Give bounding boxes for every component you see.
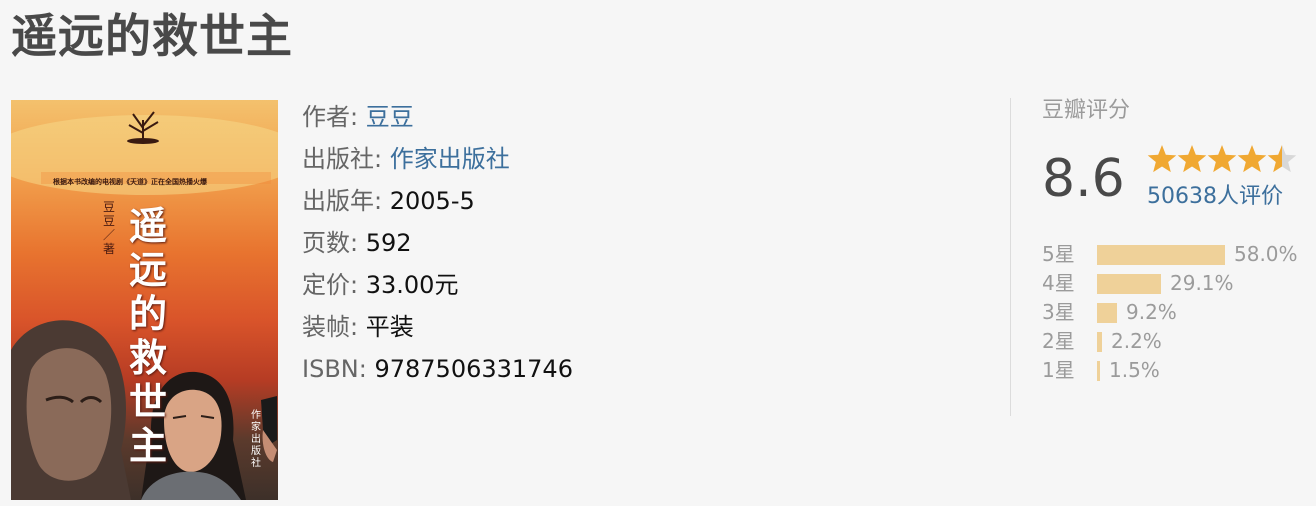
info-label: ISBN:	[302, 355, 367, 383]
rating-bar	[1097, 303, 1117, 323]
cover-author: 豆豆／著	[103, 200, 116, 256]
rating-percent: 1.5%	[1109, 358, 1160, 382]
info-label: 定价:	[302, 271, 359, 299]
cover-tagline: 根据本书改编的电视剧《天道》正在全国热播火爆	[53, 178, 207, 186]
star-icon	[1177, 145, 1207, 173]
star-icon	[1207, 145, 1237, 173]
rating-row: 2星 2.2%	[1042, 327, 1316, 356]
info-label: 装帧:	[302, 313, 359, 341]
rating-row-label: 2星	[1042, 329, 1075, 353]
info-row-author: 作者: 豆豆	[302, 96, 573, 138]
author-link[interactable]: 豆豆	[366, 103, 414, 131]
page-title: 遥远的救世主	[11, 9, 293, 63]
rating-bar	[1097, 274, 1161, 294]
rating-row-label: 5星	[1042, 242, 1075, 266]
rating-percent: 58.0%	[1234, 242, 1298, 266]
publisher-link[interactable]: 作家出版社	[390, 145, 510, 173]
rating-stars-icon	[1147, 145, 1297, 173]
cover-publisher: 作家出版社	[251, 410, 261, 469]
info-label: 作者:	[302, 103, 359, 131]
rating-row: 5星 58.0%	[1042, 240, 1316, 269]
star-icon	[1267, 145, 1297, 173]
info-row-isbn: ISBN: 9787506331746	[302, 348, 573, 390]
rating-votes-link[interactable]: 50638人评价	[1147, 182, 1283, 212]
rating-percent: 9.2%	[1126, 300, 1177, 324]
info-value: 33.00元	[365, 271, 459, 299]
info-label: 页数:	[302, 229, 359, 257]
info-row-publisher: 出版社: 作家出版社	[302, 138, 573, 180]
info-value: 592	[365, 229, 412, 257]
rating-row: 1星 1.5%	[1042, 356, 1316, 385]
info-row-year: 出版年: 2005-5	[302, 180, 573, 222]
rating-percent: 29.1%	[1170, 271, 1234, 295]
rating-score: 8.6	[1042, 149, 1125, 209]
rating-bar	[1097, 245, 1225, 265]
info-value: 平装	[365, 313, 414, 341]
info-label: 出版社:	[302, 145, 383, 173]
rating-percent: 2.2%	[1111, 329, 1162, 353]
cover-title: 遥远的救世主	[129, 203, 168, 468]
info-value: 9787506331746	[374, 355, 573, 383]
star-icon	[1147, 145, 1177, 173]
rating-row: 3星 9.2%	[1042, 298, 1316, 327]
rating-row: 4星 29.1%	[1042, 269, 1316, 298]
book-cover-image[interactable]: 根据本书改编的电视剧《天道》正在全国热播火爆 豆豆／著 遥远的救世主 作家出版社	[11, 100, 278, 500]
info-row-binding: 装帧: 平装	[302, 306, 573, 348]
book-info: 作者: 豆豆 出版社: 作家出版社 出版年: 2005-5 页数: 592 定价…	[302, 96, 573, 390]
info-label: 出版年:	[302, 187, 383, 215]
section-divider	[1010, 98, 1011, 416]
rating-row-label: 3星	[1042, 300, 1075, 324]
info-value: 2005-5	[389, 187, 475, 215]
rating-bar	[1097, 332, 1102, 352]
rating-bar	[1097, 361, 1100, 381]
rating-title: 豆瓣评分	[1042, 98, 1131, 123]
rating-row-label: 4星	[1042, 271, 1075, 295]
info-row-price: 定价: 33.00元	[302, 264, 573, 306]
star-icon	[1237, 145, 1267, 173]
info-row-pages: 页数: 592	[302, 222, 573, 264]
rating-row-label: 1星	[1042, 358, 1075, 382]
rating-distribution: 5星 58.0% 4星 29.1% 3星 9.2% 2星 2.2% 1星 1.5…	[1042, 240, 1316, 385]
